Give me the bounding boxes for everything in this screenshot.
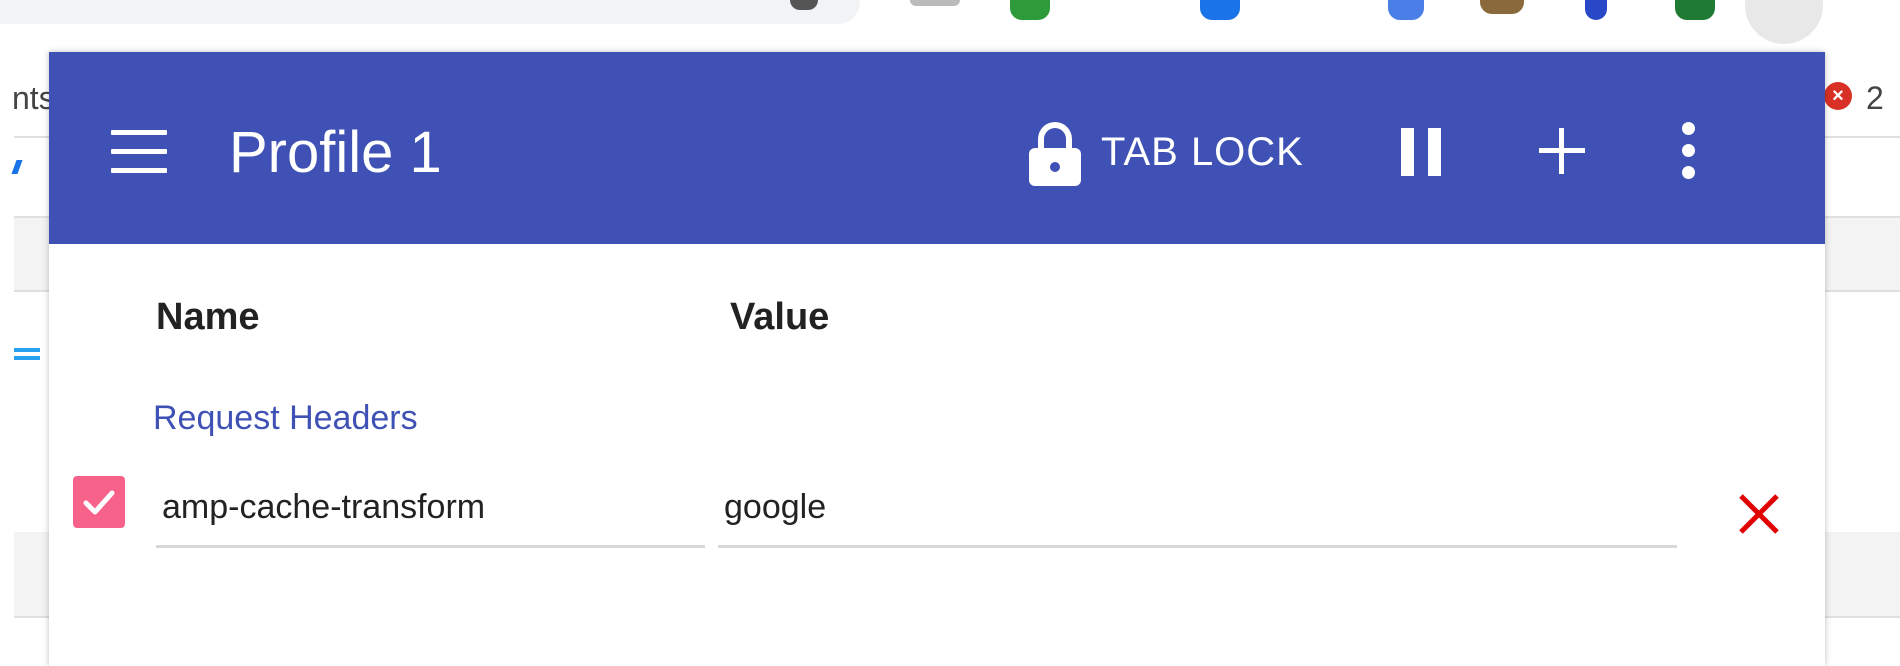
extension-icon[interactable] [1585,0,1607,20]
error-count: 2 [1866,80,1884,116]
lock-icon [1029,122,1081,186]
close-icon [1739,494,1779,534]
delete-header-button[interactable] [1735,490,1783,538]
column-header-name: Name [156,296,260,338]
extension-icon[interactable] [1010,0,1050,20]
header-value-field[interactable] [718,482,1677,548]
extension-icon[interactable] [1480,0,1524,14]
header-enabled-checkbox[interactable] [73,476,125,528]
background-mark [14,356,40,360]
header-value-input[interactable] [718,482,1677,533]
background-mark [11,160,23,174]
tab-lock-button[interactable]: TAB LOCK [1029,122,1304,186]
column-header-value: Value [730,296,830,338]
menu-icon[interactable] [111,130,167,174]
profile-title: Profile 1 [229,120,442,185]
extension-icon[interactable] [910,0,960,6]
extension-icon[interactable] [1675,0,1715,20]
close-icon[interactable] [790,0,818,10]
extension-icon[interactable] [1388,0,1424,20]
browser-extension-bar [0,0,1900,30]
plus-icon[interactable] [1539,128,1585,174]
check-icon [83,490,115,515]
toolbar: Profile 1 TAB LOCK [49,52,1825,244]
extension-icon[interactable] [1200,0,1240,20]
avatar[interactable] [1745,0,1823,44]
section-title-request-headers: Request Headers [153,399,418,437]
header-name-input[interactable] [156,482,705,533]
background-tab-label: nts [12,80,52,116]
modheader-popup: Profile 1 TAB LOCK Name Value Request He… [49,52,1825,666]
error-icon: × [1824,82,1852,110]
tab-lock-label: TAB LOCK [1101,129,1304,174]
header-name-field[interactable] [156,482,705,548]
pause-icon[interactable] [1401,128,1441,176]
more-vert-icon[interactable] [1680,122,1698,180]
